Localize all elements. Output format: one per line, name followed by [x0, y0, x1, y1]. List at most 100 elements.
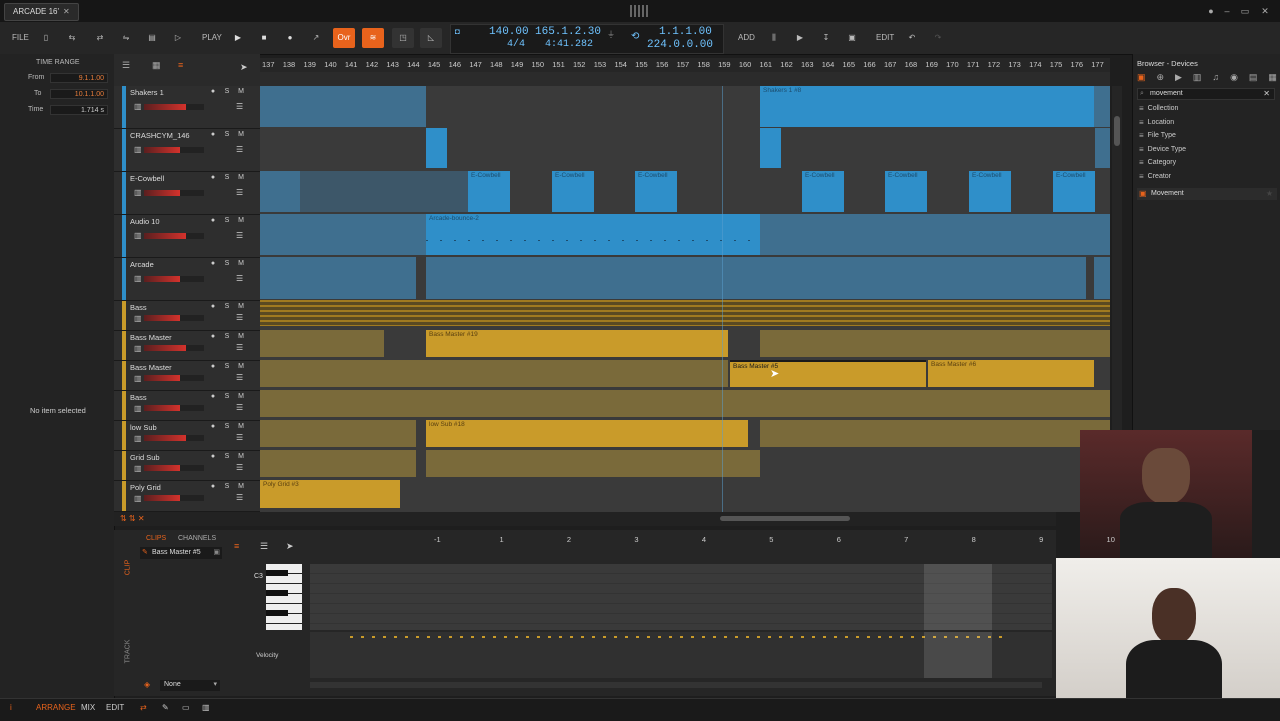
clip-bass-master-5[interactable]: Bass Master #5: [730, 360, 926, 387]
activate-icon[interactable]: ●: [208, 174, 218, 181]
track-header[interactable]: Bass Master ● S M ▥ ☰: [114, 361, 260, 391]
clip-bassmaster2-a[interactable]: [260, 360, 728, 387]
track-menu-icon[interactable]: ☰: [236, 434, 246, 442]
clip-gridsub-a[interactable]: [260, 450, 416, 477]
track-name[interactable]: CRASHCYM_146: [130, 131, 190, 140]
track-name[interactable]: Bass: [130, 393, 147, 402]
track-name[interactable]: Shakers 1: [130, 88, 164, 97]
clip-crash-a[interactable]: [426, 128, 447, 168]
mute-button[interactable]: M: [236, 174, 246, 181]
clip-shakers-a[interactable]: [260, 86, 426, 127]
clip-arcade-b[interactable]: [426, 257, 1086, 299]
automation-write-icon[interactable]: ↗: [306, 28, 326, 48]
save-icon[interactable]: ▣: [842, 28, 862, 48]
scale-select[interactable]: None ▾: [160, 680, 220, 691]
clip-arcade-a[interactable]: [260, 257, 416, 299]
clear-search-icon[interactable]: ✕: [1263, 89, 1270, 98]
mute-button[interactable]: M: [236, 131, 246, 138]
track-header[interactable]: Bass ● S M ▥ ☰: [114, 301, 260, 331]
track-header[interactable]: Audio 10 ● S M ▥ ☰: [114, 215, 260, 258]
solo-button[interactable]: S: [222, 393, 232, 400]
metronome-icon[interactable]: ◺: [420, 28, 442, 48]
punch-icon[interactable]: ↧: [816, 28, 836, 48]
track-volume-meter[interactable]: [144, 276, 204, 282]
mute-button[interactable]: M: [236, 303, 246, 310]
solo-button[interactable]: S: [222, 453, 232, 460]
edit-menu-button[interactable]: EDIT: [872, 28, 898, 48]
browser-filter-file-type[interactable]: ≡ File Type: [1139, 131, 1176, 140]
clip-lowsub-a[interactable]: [260, 420, 416, 447]
undo-history-icon[interactable]: ⇆: [62, 28, 82, 48]
browser-search-box[interactable]: ⌕ movement ✕: [1137, 88, 1275, 100]
clip-bass-master-19[interactable]: Bass Master #19: [426, 330, 728, 357]
clip-cowbell-0[interactable]: [260, 171, 300, 212]
mute-button[interactable]: M: [236, 483, 246, 490]
arranger-timeline[interactable]: Shakers 1 #8 E-Cowbell E-Cowbell E-Cowbe…: [260, 86, 1110, 512]
groove-icon[interactable]: ◳: [392, 28, 414, 48]
arranger-ruler[interactable]: 137 138 139 140 141 142 143 144 145 146 147 148 149 1…: [260, 58, 1110, 72]
favorite-star-icon[interactable]: ★: [1266, 189, 1273, 198]
menu-icon[interactable]: ☰: [260, 541, 268, 552]
track-menu-icon[interactable]: ☰: [236, 146, 246, 154]
clip-audio-b[interactable]: [760, 214, 1110, 255]
track-name[interactable]: Grid Sub: [130, 453, 160, 462]
clip-cowbell-7[interactable]: E-Cowbell: [1053, 171, 1095, 212]
solo-button[interactable]: S: [222, 217, 232, 224]
expression-icon[interactable]: ◈: [144, 680, 150, 689]
browser-filter-location[interactable]: ≡ Location: [1139, 118, 1174, 127]
arranger-horizontal-scrollbar[interactable]: [720, 516, 850, 521]
from-field[interactable]: 9.1.1.00: [50, 73, 108, 83]
edit-view-button[interactable]: EDIT: [106, 703, 124, 712]
pencil-tool-icon[interactable]: ✎: [162, 703, 169, 712]
mute-button[interactable]: M: [236, 217, 246, 224]
track-header[interactable]: E-Cowbell ● S M ▥ ☰: [114, 172, 260, 215]
track-name[interactable]: Audio 10: [130, 217, 160, 226]
plugins-tab-icon[interactable]: ▦: [1268, 72, 1277, 86]
track-menu-icon[interactable]: ☰: [236, 275, 246, 283]
overdub-button[interactable]: Ovr: [333, 28, 355, 48]
track-volume-meter[interactable]: [144, 104, 204, 110]
track-name[interactable]: Bass Master: [130, 333, 172, 342]
clip-audio-a[interactable]: [260, 214, 426, 255]
activate-icon[interactable]: ●: [208, 303, 218, 310]
record-icon[interactable]: ●: [280, 28, 300, 48]
editor-pointer-icon[interactable]: ➤: [286, 541, 294, 552]
clip-cowbell-5[interactable]: E-Cowbell: [885, 171, 927, 212]
track-volume-meter[interactable]: [144, 435, 204, 441]
track-header[interactable]: Poly Grid ● S M ▥ ☰: [114, 481, 260, 512]
track-name[interactable]: E-Cowbell: [130, 174, 164, 183]
solo-button[interactable]: S: [222, 303, 232, 310]
mute-button[interactable]: M: [236, 423, 246, 430]
clips-tab-icon[interactable]: ◉: [1230, 72, 1238, 86]
layout-icon[interactable]: ⇋: [116, 28, 136, 48]
track-menu-icon[interactable]: ☰: [236, 464, 246, 472]
track-name[interactable]: Bass Master: [130, 363, 172, 372]
browser-filter-creator[interactable]: ≡ Creator: [1139, 172, 1171, 181]
dashboard-icon[interactable]: ⇄: [90, 28, 110, 48]
clip-cowbell-1[interactable]: E-Cowbell: [468, 171, 510, 212]
automation-icon[interactable]: ⇄: [140, 703, 147, 712]
clip-low-sub-18[interactable]: low Sub #18: [426, 420, 748, 447]
close-tab-icon[interactable]: ✕: [63, 4, 70, 20]
clip-launcher-icon[interactable]: ≋: [362, 28, 384, 48]
track-menu-icon[interactable]: ☰: [236, 374, 246, 382]
arranger-view-icon[interactable]: ≡: [178, 60, 183, 70]
minimize-icon[interactable]: –: [1220, 4, 1234, 18]
position-time[interactable]: 4:41.282: [545, 39, 593, 50]
solo-button[interactable]: S: [222, 174, 232, 181]
track-volume-meter[interactable]: [144, 375, 204, 381]
play-mode-button[interactable]: PLAY: [198, 28, 226, 48]
track-volume-meter[interactable]: [144, 147, 204, 153]
solo-button[interactable]: S: [222, 88, 232, 95]
velocity-lane[interactable]: [310, 632, 1052, 678]
clip-selector[interactable]: ✎ Bass Master #5 ▣: [140, 547, 222, 559]
play-small-icon[interactable]: ▷: [168, 28, 188, 48]
track-menu-icon[interactable]: ☰: [236, 189, 246, 197]
multisample-tab-icon[interactable]: ▶: [1175, 72, 1182, 86]
clip-bass-master-6[interactable]: Bass Master #6: [928, 360, 1094, 387]
solo-button[interactable]: S: [222, 333, 232, 340]
mute-button[interactable]: M: [236, 260, 246, 267]
activate-icon[interactable]: ●: [208, 333, 218, 340]
samples-tab-icon[interactable]: ▥: [1193, 72, 1202, 86]
track-header[interactable]: Shakers 1 ● S M ▥ ☰: [114, 86, 260, 129]
